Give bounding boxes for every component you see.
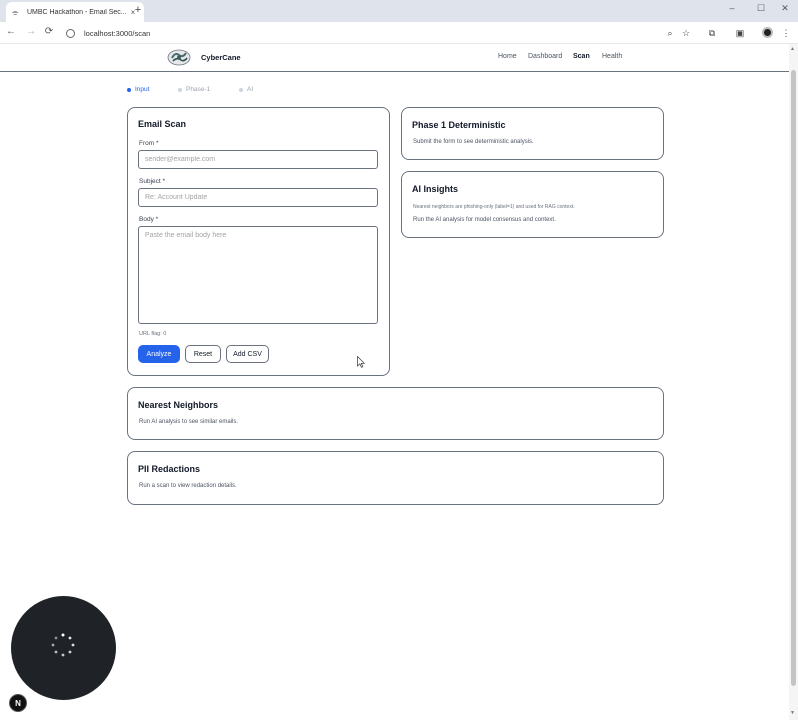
side-panel-icon[interactable]: ▣	[734, 27, 746, 39]
step-label: Input	[135, 86, 150, 93]
url-text: localhost:3000/scan	[84, 28, 151, 38]
extensions-icon[interactable]: ⧉	[706, 27, 718, 39]
nearest-neighbors-card	[127, 387, 664, 440]
nearest-neighbors-title: Nearest Neighbors	[138, 400, 219, 410]
reset-button[interactable]: Reset	[185, 345, 221, 363]
nav-health[interactable]: Health	[602, 53, 622, 60]
step-dot-icon	[178, 87, 182, 92]
address-bar[interactable]: localhost:3000/scan	[62, 25, 702, 41]
new-tab-icon[interactable]: +	[132, 4, 144, 16]
tab-title: UMBC Hackathon - Email Sec...	[27, 8, 127, 16]
ai-insights-note: Nearest neighbors are phishing-only (lab…	[413, 204, 575, 210]
from-label: From *	[139, 140, 159, 147]
nextjs-devtools-badge[interactable]: N	[9, 694, 27, 712]
bookmark-star-icon[interactable]: ☆	[680, 27, 692, 39]
from-input[interactable]	[138, 150, 378, 169]
step-dot-icon	[239, 87, 243, 92]
brand-name[interactable]: CyberCane	[201, 53, 241, 62]
ai-insights-title: AI Insights	[412, 184, 459, 194]
scroll-up-icon[interactable]: ▲	[790, 46, 795, 52]
minimize-icon[interactable]: –	[725, 3, 739, 13]
subject-input[interactable]	[138, 188, 378, 207]
loading-spinner-icon	[51, 633, 75, 657]
step-ai: AI	[239, 86, 253, 93]
nav-scan[interactable]: Scan	[573, 53, 590, 60]
ai-insights-text: Run the AI analysis for model consensus …	[413, 217, 556, 223]
phase1-text: Submit the form to see deterministic ana…	[413, 139, 534, 145]
scrollbar-thumb[interactable]	[791, 70, 796, 686]
back-icon[interactable]: ←	[4, 25, 18, 39]
pii-redactions-title: PII Redactions	[138, 464, 201, 474]
forward-icon[interactable]: →	[24, 25, 38, 39]
app-header	[0, 44, 789, 72]
step-input: Input	[127, 86, 149, 93]
pii-redactions-card	[127, 451, 664, 505]
body-label: Body *	[139, 216, 159, 223]
site-info-icon[interactable]	[66, 28, 75, 38]
scroll-down-icon[interactable]: ▼	[790, 710, 795, 716]
add-csv-button[interactable]: Add CSV	[226, 345, 269, 363]
nav-home[interactable]: Home	[498, 53, 517, 60]
site-favicon-icon: ⌯	[12, 7, 19, 17]
cybercane-logo-icon[interactable]	[167, 49, 191, 66]
pii-redactions-text: Run a scan to view redaction details.	[139, 483, 237, 489]
step-dot-icon	[127, 87, 131, 92]
window-close-icon[interactable]: ✕	[778, 3, 792, 14]
mouse-cursor-icon	[357, 356, 365, 368]
zoom-icon[interactable]: ⌕	[664, 27, 676, 39]
browser-menu-icon[interactable]: ⋮	[780, 27, 792, 39]
nearest-neighbors-text: Run AI analysis to see similar emails.	[139, 419, 239, 425]
analyze-button[interactable]: Analyze	[138, 345, 180, 363]
url-flag-text: URL flag: 0	[139, 331, 167, 337]
step-label: AI	[247, 86, 254, 93]
step-phase-1: Phase-1	[178, 86, 210, 93]
browser-tab[interactable]: ⌯ UMBC Hackathon - Email Sec... ×	[6, 2, 144, 22]
step-label: Phase-1	[186, 86, 211, 93]
phase1-title: Phase 1 Deterministic	[412, 120, 506, 130]
nav-dashboard[interactable]: Dashboard	[528, 53, 562, 60]
profile-avatar[interactable]	[762, 27, 773, 38]
subject-label: Subject *	[139, 178, 166, 185]
reload-icon[interactable]: ⟳	[42, 25, 56, 39]
body-textarea[interactable]	[138, 226, 378, 324]
email-scan-title: Email Scan	[138, 119, 187, 129]
maximize-icon[interactable]: ☐	[754, 3, 768, 14]
phase1-card	[401, 107, 664, 160]
